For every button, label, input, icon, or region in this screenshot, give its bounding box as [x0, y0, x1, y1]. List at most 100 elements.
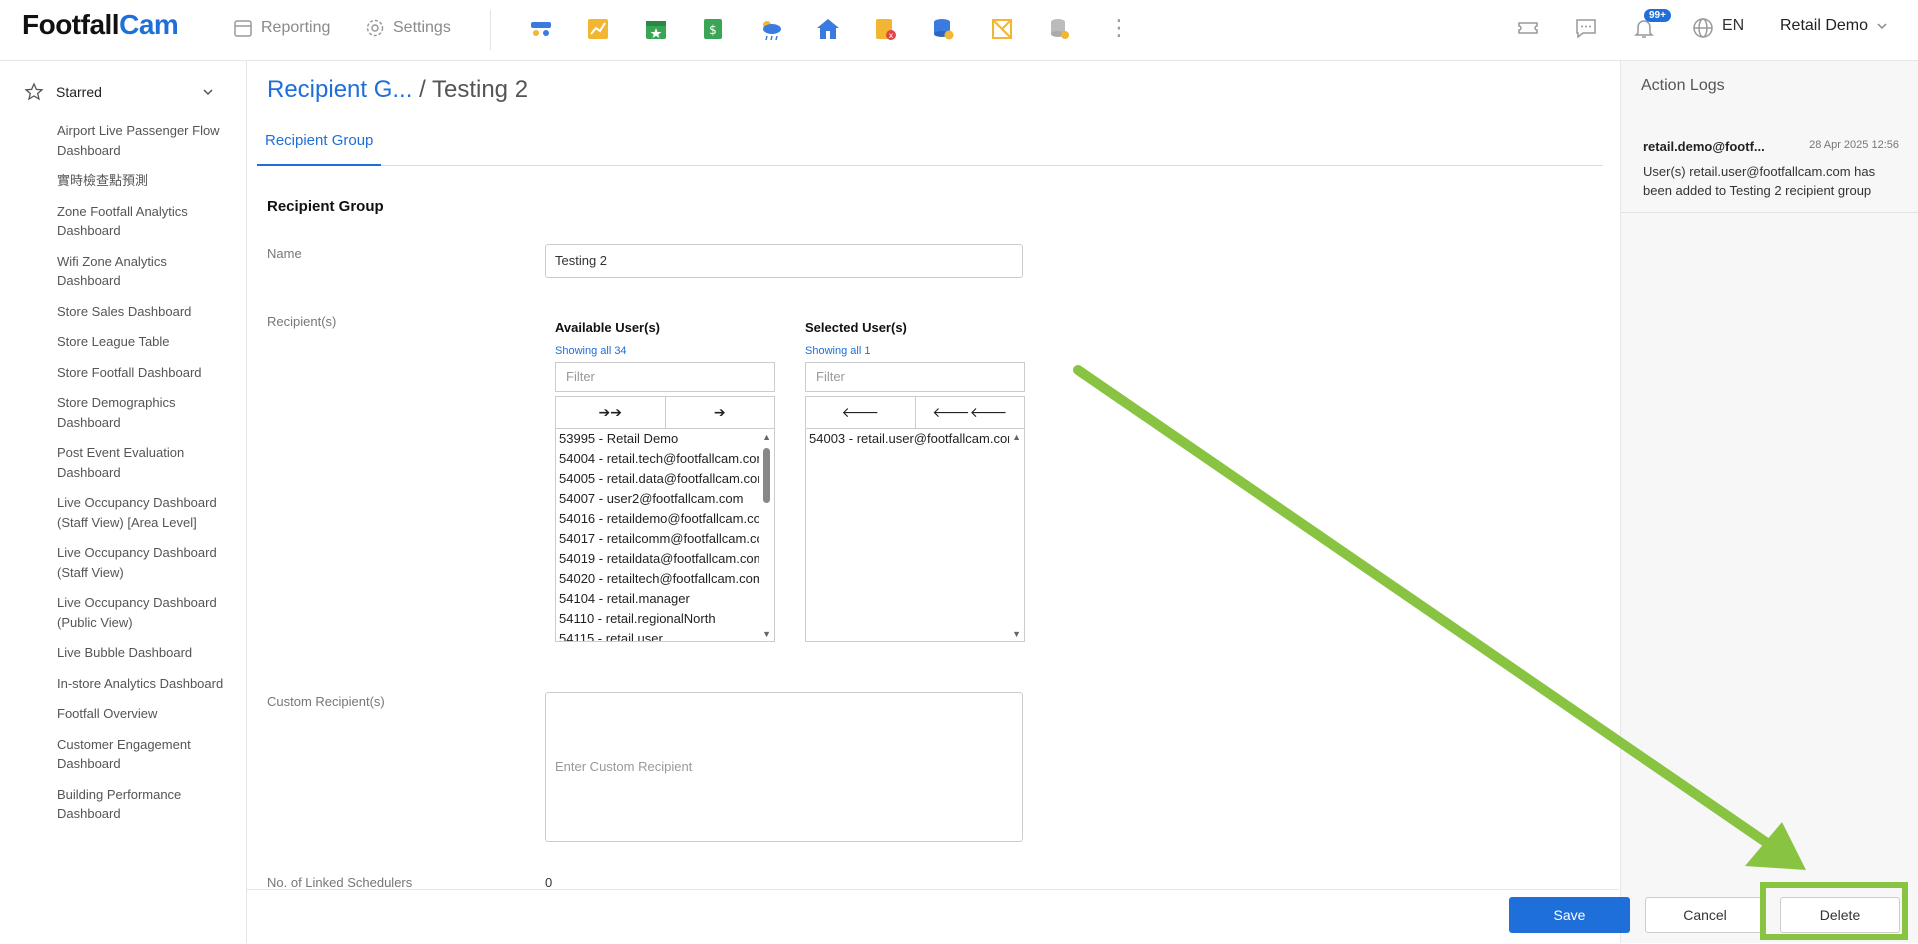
- save-button[interactable]: Save: [1509, 897, 1630, 933]
- sidebar-item[interactable]: 實時檢查點預測: [57, 171, 227, 191]
- cancel-button[interactable]: Cancel: [1645, 897, 1765, 933]
- nav-reporting[interactable]: Reporting: [233, 18, 330, 38]
- annotation-highlight-box: [1760, 882, 1908, 940]
- scroll-down-icon[interactable]: ▼: [1012, 629, 1021, 639]
- svg-text:x: x: [889, 31, 894, 40]
- sidebar-item[interactable]: Store League Table: [57, 332, 227, 352]
- list-item[interactable]: 54110 - retail.regionalNorth: [556, 609, 759, 629]
- sidebar-item[interactable]: Airport Live Passenger Flow Dashboard: [57, 121, 227, 160]
- log-timestamp: 28 Apr 2025 12:56: [1809, 139, 1899, 151]
- sidebar-item[interactable]: Zone Footfall Analytics Dashboard: [57, 202, 227, 241]
- store-icon[interactable]: [814, 15, 842, 43]
- custom-recipient-input[interactable]: Enter Custom Recipient: [545, 692, 1023, 842]
- selected-users-box: Selected User(s) Showing all 1 Filter 🡐 …: [805, 320, 1027, 642]
- calendar-star-icon[interactable]: [642, 15, 670, 43]
- action-logs-panel: Action Logs retail.demo@footf... 28 Apr …: [1620, 61, 1918, 943]
- list-item[interactable]: 54004 - retail.tech@footfallcam.com: [556, 449, 759, 469]
- selected-filter-input[interactable]: Filter: [805, 362, 1025, 392]
- alert-tag-icon[interactable]: x: [871, 15, 899, 43]
- sidebar-item[interactable]: Live Occupancy Dashboard (Staff View) [A…: [57, 493, 227, 532]
- logo-text-part2: Cam: [119, 9, 179, 40]
- sidebar-item[interactable]: Footfall Overview: [57, 704, 227, 724]
- selected-move-buttons: 🡐 🡐🡐: [805, 396, 1025, 428]
- chevron-down-icon: [1877, 23, 1887, 30]
- move-all-right-button[interactable]: ➔➔: [556, 397, 666, 428]
- custom-recipient-placeholder: Enter Custom Recipient: [555, 759, 693, 774]
- page-title: Testing 2: [431, 76, 529, 103]
- available-users-list[interactable]: 53995 - Retail Demo 54004 - retail.tech@…: [555, 428, 775, 642]
- list-item[interactable]: 54020 - retailtech@footfallcam.com: [556, 569, 759, 589]
- main-content: Recipient G... / Testing 2 Recipient Gro…: [247, 61, 1619, 944]
- user-menu[interactable]: Retail Demo: [1780, 17, 1888, 35]
- scrollbar-thumb[interactable]: [763, 448, 770, 503]
- logo[interactable]: FootfallCam: [22, 9, 179, 41]
- list-item[interactable]: 54115 - retail.user: [556, 629, 759, 641]
- scroll-up-icon[interactable]: ▲: [1012, 432, 1021, 442]
- custom-recipients-label: Custom Recipient(s): [267, 694, 385, 709]
- scrollbar[interactable]: ▲ ▼: [761, 430, 773, 640]
- list-item[interactable]: 54007 - user2@footfallcam.com: [556, 489, 759, 509]
- linked-schedulers-value: 0: [545, 875, 553, 890]
- data-export-icon[interactable]: [1045, 15, 1073, 43]
- available-filter-input[interactable]: Filter: [555, 362, 775, 392]
- chart-icon[interactable]: [584, 15, 612, 43]
- tab-recipient-group[interactable]: Recipient Group: [257, 122, 382, 166]
- section-title: Recipient Group: [267, 198, 384, 215]
- sidebar: Starred Airport Live Passenger Flow Dash…: [0, 61, 247, 943]
- breadcrumb-separator: /: [419, 76, 426, 103]
- people-counter-icon[interactable]: [527, 15, 555, 43]
- sidebar-item[interactable]: Customer Engagement Dashboard: [57, 735, 227, 774]
- action-footer: [247, 889, 1619, 944]
- list-item[interactable]: 53995 - Retail Demo: [556, 429, 759, 449]
- available-users-title: Available User(s): [555, 320, 661, 335]
- available-users-count: Showing all 34: [555, 345, 627, 357]
- selected-users-list[interactable]: 54003 - retail.user@footfallcam.com ▲ ▼: [805, 428, 1025, 642]
- sales-icon[interactable]: $: [699, 15, 727, 43]
- scrollbar[interactable]: ▲ ▼: [1011, 430, 1023, 640]
- list-item[interactable]: 54003 - retail.user@footfallcam.com: [806, 429, 1009, 449]
- database-icon[interactable]: [929, 15, 957, 43]
- sidebar-item[interactable]: Wifi Zone Analytics Dashboard: [57, 252, 227, 291]
- sidebar-item[interactable]: Live Occupancy Dashboard (Public View): [57, 593, 227, 632]
- move-selected-left-button[interactable]: 🡐: [806, 397, 916, 428]
- available-move-buttons: ➔➔ ➔: [555, 396, 775, 428]
- gear-icon: [366, 19, 384, 37]
- zone-map-icon[interactable]: [988, 15, 1016, 43]
- weather-icon[interactable]: [757, 15, 785, 43]
- scroll-down-icon[interactable]: ▼: [762, 629, 771, 639]
- more-apps-icon[interactable]: ⋮: [1108, 14, 1130, 42]
- move-all-left-button[interactable]: 🡐🡐: [916, 397, 1025, 428]
- nav-reporting-label: Reporting: [261, 19, 331, 36]
- nav-settings[interactable]: Settings: [365, 18, 451, 38]
- sidebar-item[interactable]: Building Performance Dashboard: [57, 785, 227, 824]
- sidebar-item[interactable]: Live Occupancy Dashboard (Staff View): [57, 543, 227, 582]
- list-item[interactable]: 54017 - retailcomm@footfallcam.com: [556, 529, 759, 549]
- notification-badge: 99+: [1644, 9, 1671, 22]
- breadcrumb-parent-link[interactable]: Recipient G...: [267, 76, 412, 103]
- selected-users-title: Selected User(s): [805, 320, 907, 335]
- sidebar-item[interactable]: Store Demographics Dashboard: [57, 393, 227, 432]
- sidebar-item[interactable]: In-store Analytics Dashboard: [57, 674, 227, 694]
- breadcrumb: Recipient G... / Testing 2: [267, 76, 528, 104]
- starred-section-header[interactable]: Starred: [24, 82, 214, 102]
- sidebar-item[interactable]: Post Event Evaluation Dashboard: [57, 443, 227, 482]
- starred-dashboard-list: Airport Live Passenger Flow Dashboard 實時…: [57, 121, 227, 835]
- sidebar-item[interactable]: Live Bubble Dashboard: [57, 643, 227, 663]
- name-input[interactable]: Testing 2: [545, 244, 1023, 278]
- globe-icon[interactable]: [1691, 16, 1715, 40]
- chat-icon[interactable]: [1574, 16, 1598, 40]
- nav-divider: [490, 10, 491, 50]
- nav-settings-label: Settings: [393, 19, 451, 36]
- language-selector[interactable]: EN: [1722, 17, 1744, 35]
- starred-label: Starred: [56, 84, 102, 100]
- action-logs-title: Action Logs: [1641, 77, 1725, 94]
- list-item[interactable]: 54005 - retail.data@footfallcam.com: [556, 469, 759, 489]
- sidebar-item[interactable]: Store Footfall Dashboard: [57, 363, 227, 383]
- list-item[interactable]: 54104 - retail.manager: [556, 589, 759, 609]
- scroll-up-icon[interactable]: ▲: [762, 432, 771, 442]
- move-selected-right-button[interactable]: ➔: [666, 397, 775, 428]
- ticket-icon[interactable]: [1516, 16, 1540, 40]
- list-item[interactable]: 54019 - retaildata@footfallcam.com: [556, 549, 759, 569]
- sidebar-item[interactable]: Store Sales Dashboard: [57, 302, 227, 322]
- list-item[interactable]: 54016 - retaildemo@footfallcam.com: [556, 509, 759, 529]
